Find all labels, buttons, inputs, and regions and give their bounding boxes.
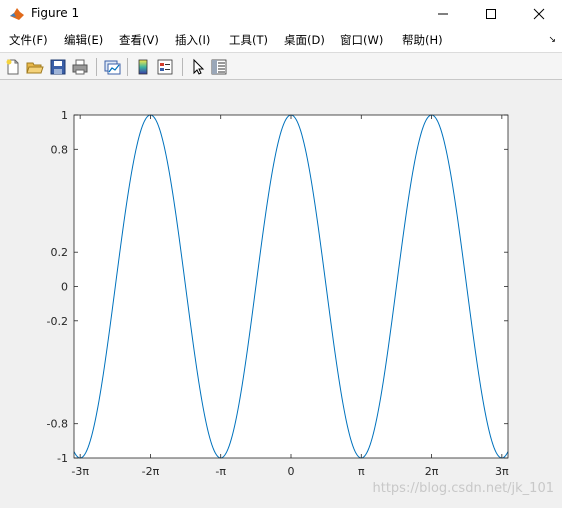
menu-bar: 文件(F) 编辑(E) 查看(V) 插入(I) 工具(T) 桌面(D) 窗口(W…	[0, 28, 562, 52]
window-title: Figure 1	[31, 6, 80, 20]
menu-file[interactable]: 文件(F)	[9, 33, 48, 47]
menu-tools[interactable]: 工具(T)	[229, 33, 268, 47]
x-tick-label: π	[358, 465, 365, 478]
maximize-icon	[486, 9, 496, 19]
minimize-button[interactable]	[420, 0, 466, 28]
title-bar: Figure 1	[0, 0, 562, 28]
print-icon[interactable]	[71, 58, 89, 76]
double-chevron-icon[interactable]: ↘	[548, 35, 556, 45]
property-inspector-icon[interactable]	[210, 58, 228, 76]
link-plot-icon[interactable]	[103, 58, 121, 76]
menu-help[interactable]: 帮助(H)	[402, 33, 443, 47]
maximize-button[interactable]	[468, 0, 514, 28]
x-tick-label: 2π	[425, 465, 439, 478]
menu-insert[interactable]: 插入(I)	[175, 33, 210, 47]
minimize-icon	[438, 13, 448, 15]
select-pointer-icon[interactable]	[189, 58, 207, 76]
axes-background	[74, 115, 508, 458]
y-tick-label: -0.8	[47, 418, 68, 431]
x-tick-label: -π	[215, 465, 226, 478]
cosine-plot[interactable]: -3π -2π -π 0 π 2π 3π -1 -0.8 -0.2 0 0.2 0.8 1	[0, 80, 562, 504]
figure-canvas: -3π -2π -π 0 π 2π 3π -1 -0.8 -0.2 0 0.2 0.8 1	[0, 80, 562, 504]
x-tick-label: -2π	[142, 465, 160, 478]
open-file-icon[interactable]	[26, 58, 44, 76]
close-icon	[533, 8, 545, 20]
new-figure-icon[interactable]	[4, 58, 22, 76]
y-tick-label: -1	[57, 452, 68, 465]
toolbar-separator	[96, 58, 97, 76]
toolbar-separator	[182, 58, 183, 76]
menu-desktop[interactable]: 桌面(D)	[284, 33, 325, 47]
menu-edit[interactable]: 编辑(E)	[64, 33, 103, 47]
save-icon[interactable]	[49, 58, 67, 76]
y-tick-label: -0.2	[47, 315, 68, 328]
y-tick-label: 0.2	[51, 246, 69, 259]
y-tick-label: 1	[61, 109, 68, 122]
figure-toolbar	[0, 52, 562, 80]
menu-view[interactable]: 查看(V)	[119, 33, 159, 47]
y-tick-label: 0.8	[51, 143, 69, 156]
menu-window[interactable]: 窗口(W)	[340, 33, 383, 47]
x-tick-label: 0	[288, 465, 295, 478]
y-tick-label: 0	[61, 281, 68, 294]
watermark: https://blog.csdn.net/jk_101	[372, 481, 554, 496]
x-tick-label: 3π	[495, 465, 509, 478]
toolbar-separator	[127, 58, 128, 76]
close-button[interactable]	[516, 0, 562, 28]
x-tick-label: -3π	[71, 465, 89, 478]
insert-colorbar-icon[interactable]	[134, 58, 152, 76]
insert-legend-icon[interactable]	[156, 58, 174, 76]
matlab-logo-icon	[10, 8, 24, 20]
